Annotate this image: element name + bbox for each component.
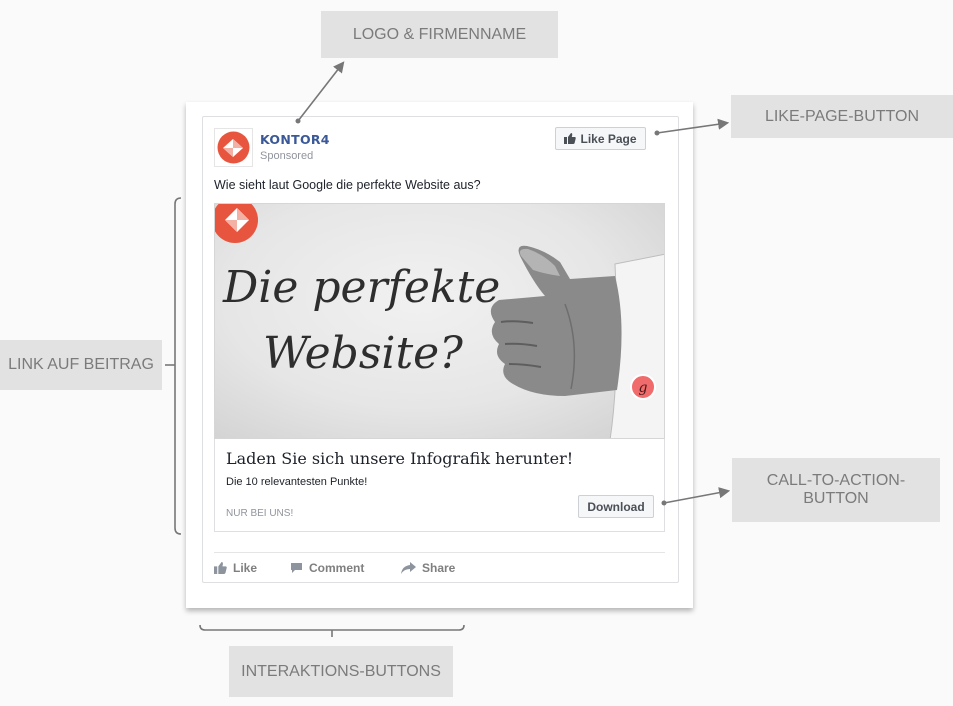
link-bracket xyxy=(165,197,182,535)
cta-arrow xyxy=(661,487,731,506)
interactions-bracket xyxy=(199,624,465,637)
annotation-connectors xyxy=(165,61,731,637)
like-page-arrow xyxy=(654,118,730,136)
logo-arrow xyxy=(295,61,345,124)
